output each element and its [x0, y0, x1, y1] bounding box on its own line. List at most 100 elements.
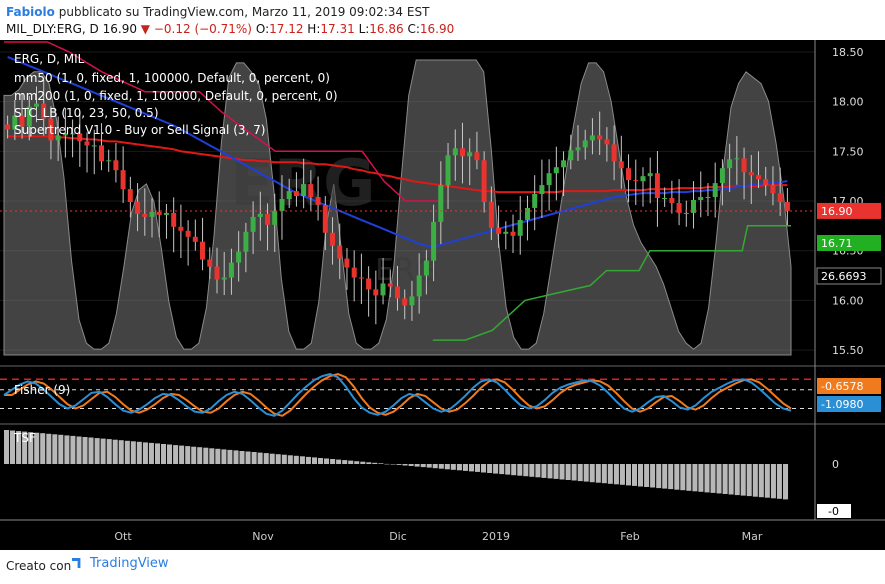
- candle-down[interactable]: [763, 179, 769, 186]
- candle-down[interactable]: [315, 197, 321, 205]
- candle-down[interactable]: [214, 266, 220, 280]
- candle-up[interactable]: [163, 212, 169, 215]
- candle-down[interactable]: [756, 175, 761, 180]
- candle-down[interactable]: [84, 141, 90, 146]
- candle-up[interactable]: [423, 260, 429, 276]
- candle-up[interactable]: [236, 251, 242, 263]
- candle-down[interactable]: [351, 267, 357, 278]
- candle-down[interactable]: [200, 241, 205, 260]
- candle-down[interactable]: [127, 189, 133, 202]
- fisher-title[interactable]: Fisher (9): [14, 383, 70, 397]
- candle-down[interactable]: [330, 232, 335, 246]
- candle-down[interactable]: [496, 227, 502, 234]
- candle-up[interactable]: [575, 147, 581, 151]
- candle-down[interactable]: [741, 158, 747, 173]
- candle-down[interactable]: [654, 173, 660, 198]
- candle-up[interactable]: [91, 145, 97, 147]
- candle-down[interactable]: [344, 258, 350, 268]
- candle-down[interactable]: [770, 185, 776, 194]
- candle-down[interactable]: [748, 172, 754, 176]
- legend-supertrend[interactable]: Supertrend V1.0 - Buy or Sell Signal (3,…: [14, 123, 265, 137]
- candle-down[interactable]: [626, 168, 631, 181]
- candle-up[interactable]: [719, 168, 725, 184]
- candle-up[interactable]: [416, 275, 422, 297]
- candle-down[interactable]: [395, 286, 400, 299]
- candle-up[interactable]: [279, 199, 285, 211]
- candle-down[interactable]: [171, 212, 177, 227]
- candle-up[interactable]: [149, 211, 155, 217]
- legend-ma200[interactable]: mm200 (1, 0, fixed, 1, 100000, Default, …: [14, 89, 338, 103]
- candle-up[interactable]: [228, 262, 234, 278]
- candle-down[interactable]: [460, 148, 465, 157]
- candle-up[interactable]: [698, 197, 704, 200]
- candle-up[interactable]: [272, 210, 278, 225]
- tradingview-brand[interactable]: TradingView: [72, 556, 169, 571]
- candle-up[interactable]: [553, 167, 559, 174]
- candle-up[interactable]: [568, 150, 574, 161]
- candle-up[interactable]: [250, 216, 256, 232]
- candle-down[interactable]: [633, 180, 639, 182]
- candle-up[interactable]: [503, 231, 509, 234]
- candle-up[interactable]: [647, 173, 653, 177]
- candle-up[interactable]: [662, 198, 668, 199]
- candle-down[interactable]: [207, 259, 213, 267]
- chart-svg[interactable]: ERG ERG 18.5018.0017.5017.0016.5016.0015…: [0, 40, 885, 550]
- candle-down[interactable]: [185, 230, 191, 237]
- candle-up[interactable]: [589, 135, 595, 141]
- candle-up[interactable]: [683, 212, 689, 214]
- candle-down[interactable]: [510, 231, 516, 236]
- tsf-title[interactable]: TSF: [13, 431, 36, 445]
- candle-down[interactable]: [322, 205, 328, 233]
- candle-down[interactable]: [308, 184, 314, 197]
- candle-down[interactable]: [597, 135, 603, 140]
- candle-up[interactable]: [705, 197, 711, 198]
- candle-down[interactable]: [366, 278, 372, 290]
- legend-ma50[interactable]: mm50 (1, 0, fixed, 1, 100000, Default, 0…: [14, 71, 330, 85]
- candle-up[interactable]: [257, 213, 263, 217]
- candle-down[interactable]: [618, 161, 624, 169]
- chart-area[interactable]: ERG ERG 18.50 18.00 17.50 17.00 16.50 16.00 15…: [0, 40, 885, 550]
- candle-down[interactable]: [293, 191, 299, 197]
- candle-down[interactable]: [474, 152, 480, 161]
- candle-up[interactable]: [546, 173, 552, 186]
- candle-down[interactable]: [611, 144, 617, 162]
- candle-up[interactable]: [452, 148, 458, 156]
- candle-down[interactable]: [99, 145, 104, 162]
- candle-down[interactable]: [488, 202, 494, 228]
- legend-stc[interactable]: STC_LB (10, 23, 50, 0.5): [14, 106, 159, 120]
- candle-down[interactable]: [784, 202, 790, 211]
- candle-down[interactable]: [604, 139, 610, 145]
- candle-up[interactable]: [221, 277, 227, 280]
- candle-down[interactable]: [337, 245, 343, 259]
- candle-down[interactable]: [178, 226, 184, 231]
- candle-down[interactable]: [777, 193, 783, 202]
- candle-up[interactable]: [640, 176, 646, 182]
- candle-up[interactable]: [106, 160, 112, 162]
- candle-up[interactable]: [380, 283, 386, 296]
- candle-down[interactable]: [402, 298, 408, 306]
- candle-up[interactable]: [286, 191, 292, 200]
- candle-down[interactable]: [5, 124, 11, 130]
- candle-up[interactable]: [539, 185, 545, 194]
- candle-up[interactable]: [517, 219, 523, 236]
- candle-down[interactable]: [142, 213, 148, 217]
- candle-up[interactable]: [445, 155, 451, 186]
- candle-up[interactable]: [243, 231, 249, 252]
- candle-down[interactable]: [481, 160, 487, 202]
- candle-up[interactable]: [438, 185, 444, 222]
- author-name[interactable]: Fabiolo: [6, 5, 55, 19]
- candle-up[interactable]: [532, 194, 538, 208]
- candle-down[interactable]: [192, 236, 198, 242]
- candle-down[interactable]: [156, 211, 162, 215]
- candle-up[interactable]: [561, 160, 567, 168]
- candle-up[interactable]: [525, 208, 530, 220]
- candle-up[interactable]: [734, 158, 740, 160]
- candle-up[interactable]: [727, 159, 733, 169]
- candle-down[interactable]: [373, 289, 379, 296]
- candle-down[interactable]: [120, 170, 126, 190]
- candle-down[interactable]: [387, 283, 393, 287]
- candle-up[interactable]: [301, 184, 307, 196]
- candle-down[interactable]: [669, 198, 675, 203]
- candle-down[interactable]: [358, 277, 364, 279]
- candle-down[interactable]: [135, 202, 141, 214]
